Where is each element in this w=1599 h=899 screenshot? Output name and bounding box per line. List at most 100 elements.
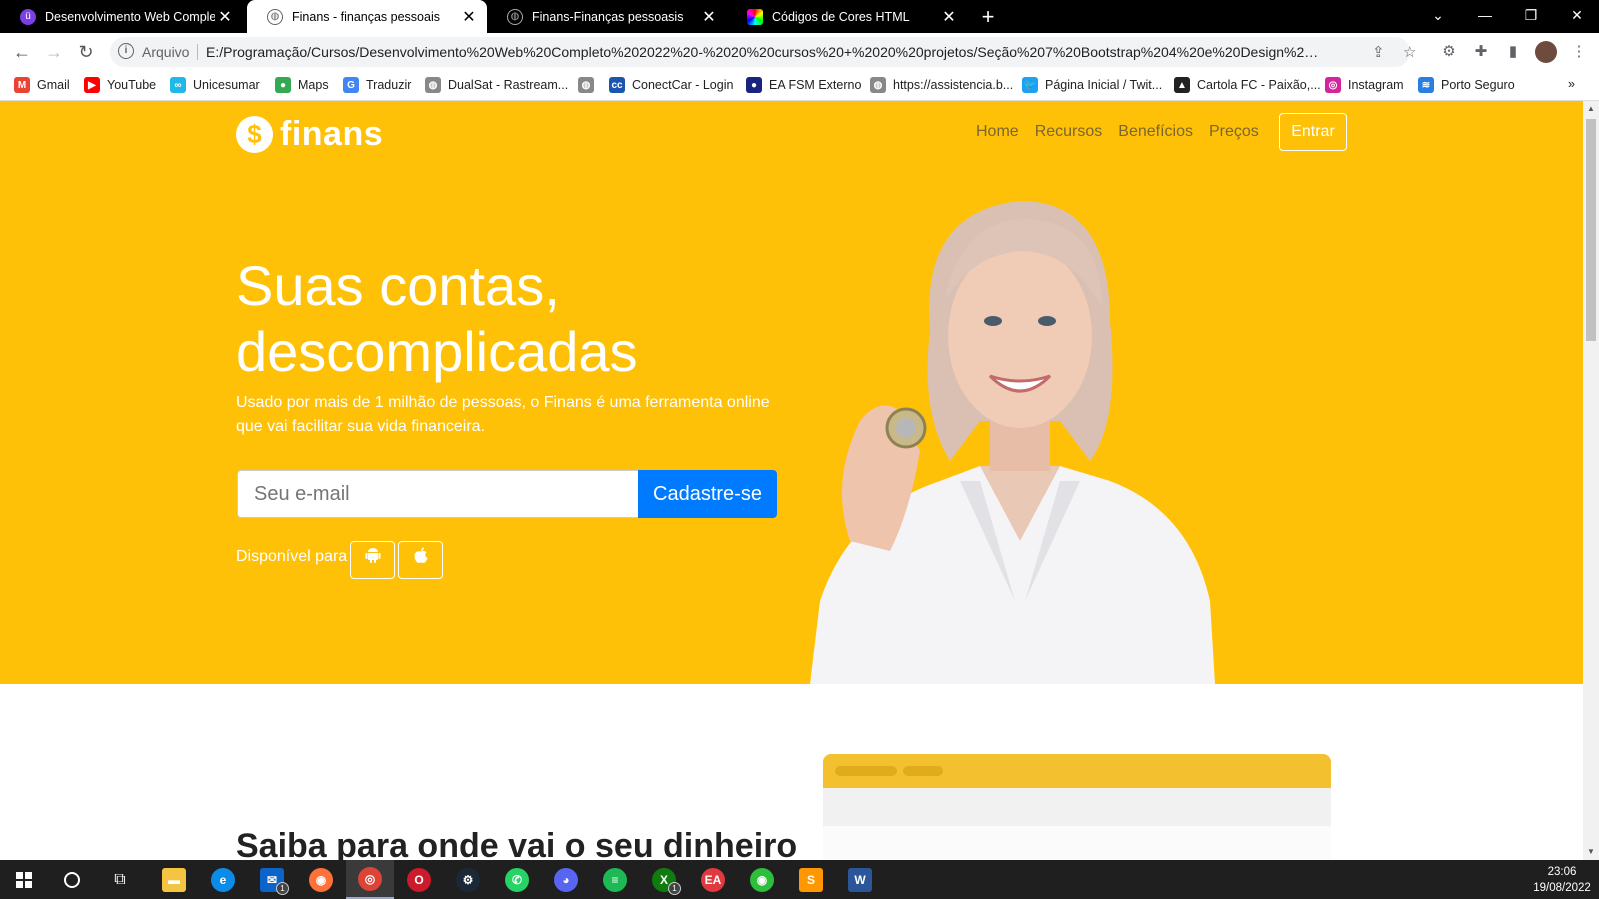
dashboard-toolbar [823, 788, 1331, 826]
scroll-up-icon[interactable]: ▲ [1583, 101, 1599, 117]
globe-icon: ◍ [507, 8, 523, 25]
close-icon[interactable]: ✕ [215, 7, 235, 27]
sublime-text-taskbar-button[interactable]: S [787, 860, 835, 899]
android-button[interactable] [350, 541, 395, 579]
apple-icon [414, 547, 427, 563]
tab-finans-financas-pessoais[interactable]: ◍ Finans - finanças pessoais ✕ [247, 0, 487, 33]
bookmark-item[interactable]: ◍ DualSat - Rastream... [425, 77, 568, 93]
address-divider [197, 44, 198, 60]
bookmark-label: Unicesumar [193, 78, 260, 92]
restore-button[interactable]: ❐ [1508, 0, 1554, 33]
file-explorer-taskbar-button[interactable]: ▬ [150, 860, 198, 899]
bookmark-label: Gmail [37, 78, 70, 92]
bookmark-item[interactable]: ∞ Unicesumar [170, 77, 260, 93]
signup-button[interactable]: Cadastre-se [638, 470, 777, 518]
share-icon[interactable]: ⇪ [1372, 43, 1385, 61]
edge-taskbar-button[interactable]: e [199, 860, 247, 899]
hero-title-line1: Suas contas, [236, 254, 560, 317]
bookmark-item[interactable]: ● Maps [275, 77, 329, 93]
bookmark-item[interactable]: ▶ YouTube [84, 77, 156, 93]
bookmark-label: Instagram [1348, 78, 1404, 92]
task-view-button[interactable]: ⧉ [96, 860, 144, 899]
profile-avatar[interactable] [1535, 41, 1557, 63]
nav-recursos[interactable]: Recursos [1035, 123, 1103, 141]
ea-app-taskbar-button[interactable]: EA [689, 860, 737, 899]
hero-title-line2: descomplicadas [236, 320, 638, 383]
tab-desenvolvimento-web[interactable]: ü Desenvolvimento Web Completo ✕ [0, 0, 243, 33]
bookmark-item[interactable]: ◍ https://assistencia.b... [870, 77, 1013, 93]
tab-finans-financas-pessoasis[interactable]: ◍ Finans-Finanças pessoasis ✕ [487, 0, 727, 33]
tab-codigos-de-cores[interactable]: Códigos de Cores HTML ✕ [727, 0, 967, 33]
discord-taskbar-button[interactable]: ◕ [542, 860, 590, 899]
nav-precos[interactable]: Preços [1209, 123, 1259, 141]
opera-taskbar-button[interactable]: O [395, 860, 443, 899]
bookmark-item[interactable]: M Gmail [14, 77, 70, 93]
firefox-icon: ◉ [309, 867, 333, 892]
minimize-button[interactable]: — [1462, 0, 1508, 33]
notification-badge: 1 [668, 882, 681, 895]
close-icon[interactable]: ✕ [699, 7, 719, 27]
scroll-down-icon[interactable]: ▼ [1583, 844, 1599, 860]
close-icon[interactable]: ✕ [939, 7, 959, 27]
back-button[interactable]: ← [10, 40, 34, 64]
mail-taskbar-button[interactable]: ✉ 1 [248, 860, 296, 899]
side-panel-icon[interactable]: ▮ [1502, 41, 1524, 63]
start-button[interactable] [0, 860, 48, 899]
dashboard-pill [903, 766, 943, 776]
bookmark-item[interactable]: G Traduzir [343, 77, 411, 93]
xbox-taskbar-button[interactable]: X1 [640, 860, 688, 899]
login-button[interactable]: Entrar [1279, 113, 1347, 151]
address-url[interactable]: E:/Programação/Cursos/Desenvolvimento%20… [206, 44, 1326, 60]
close-icon[interactable]: ✕ [459, 7, 479, 27]
scrollbar-thumb[interactable] [1586, 119, 1596, 341]
bookmarks-overflow-icon[interactable]: » [1568, 77, 1575, 91]
apple-button[interactable] [398, 541, 443, 579]
unicesumar-icon: ∞ [170, 77, 186, 93]
steam-taskbar-button[interactable]: ⚙ [444, 860, 492, 899]
reload-button[interactable]: ↻ [74, 40, 98, 64]
info-icon[interactable]: i [118, 43, 134, 59]
system-clock[interactable]: 23:06 19/08/2022 [1525, 864, 1599, 896]
twitter-icon: 🐦 [1022, 77, 1038, 93]
youtube-icon: ▶ [84, 77, 100, 93]
spotify-taskbar-button[interactable]: ≡ [591, 860, 639, 899]
bookmark-item[interactable]: ● EA FSM Externo [746, 77, 861, 93]
bookmark-star-icon[interactable]: ☆ [1403, 43, 1416, 61]
word-taskbar-button[interactable]: W [836, 860, 884, 899]
dollar-icon: $ [236, 116, 273, 153]
bookmark-item[interactable]: ▲ Cartola FC - Paixão,... [1174, 77, 1321, 93]
nav-beneficios[interactable]: Benefícios [1118, 123, 1193, 141]
nav-home[interactable]: Home [976, 123, 1019, 141]
address-bar[interactable]: i Arquivo E:/Programação/Cursos/Desenvol… [110, 37, 1416, 67]
bookmark-item[interactable]: ◎ Instagram [1325, 77, 1404, 93]
email-input[interactable] [237, 470, 638, 518]
page-scrollbar[interactable]: ▲ ▼ [1583, 101, 1599, 860]
whatsapp-taskbar-button[interactable]: ✆ [493, 860, 541, 899]
extensions-puzzle-icon[interactable]: ✚ [1470, 41, 1492, 63]
clock-time: 23:06 [1547, 866, 1577, 878]
bookmark-item[interactable]: cc ConectCar - Login [609, 77, 733, 93]
hero-title: Suas contas, descomplicadas [236, 253, 796, 385]
globe-icon: ◍ [578, 77, 594, 93]
bookmark-item[interactable]: 🐦 Página Inicial / Twit... [1022, 77, 1162, 93]
menu-kebab-icon[interactable]: ⋮ [1568, 41, 1590, 63]
bookmark-label: EA FSM Externo [769, 78, 862, 92]
task-view-icon: ⧉ [114, 870, 126, 888]
chrome-taskbar-button[interactable]: ◎ [346, 860, 394, 899]
new-tab-button[interactable]: + [975, 4, 1001, 30]
bookmark-item[interactable]: ≋ Porto Seguro [1418, 77, 1515, 93]
close-window-button[interactable]: ✕ [1554, 0, 1599, 33]
site-logo[interactable]: $ finans [236, 115, 383, 154]
podcast-taskbar-button[interactable]: ◉ [738, 860, 786, 899]
windows-logo-icon [16, 871, 32, 888]
bookmark-label: YouTube [107, 78, 157, 92]
tab-search-chevron-icon[interactable]: ⌄ [1415, 0, 1461, 33]
hero-lead: Usado por mais de 1 milhão de pessoas, o… [236, 394, 770, 435]
dashboard-header [823, 754, 1331, 788]
search-button[interactable] [48, 860, 96, 899]
extension-gear-icon[interactable]: ⚙ [1438, 41, 1460, 63]
bookmark-item[interactable]: ◍ [578, 77, 601, 93]
address-scheme: Arquivo [142, 44, 190, 60]
forward-button[interactable]: → [42, 40, 66, 64]
firefox-taskbar-button[interactable]: ◉ [297, 860, 345, 899]
